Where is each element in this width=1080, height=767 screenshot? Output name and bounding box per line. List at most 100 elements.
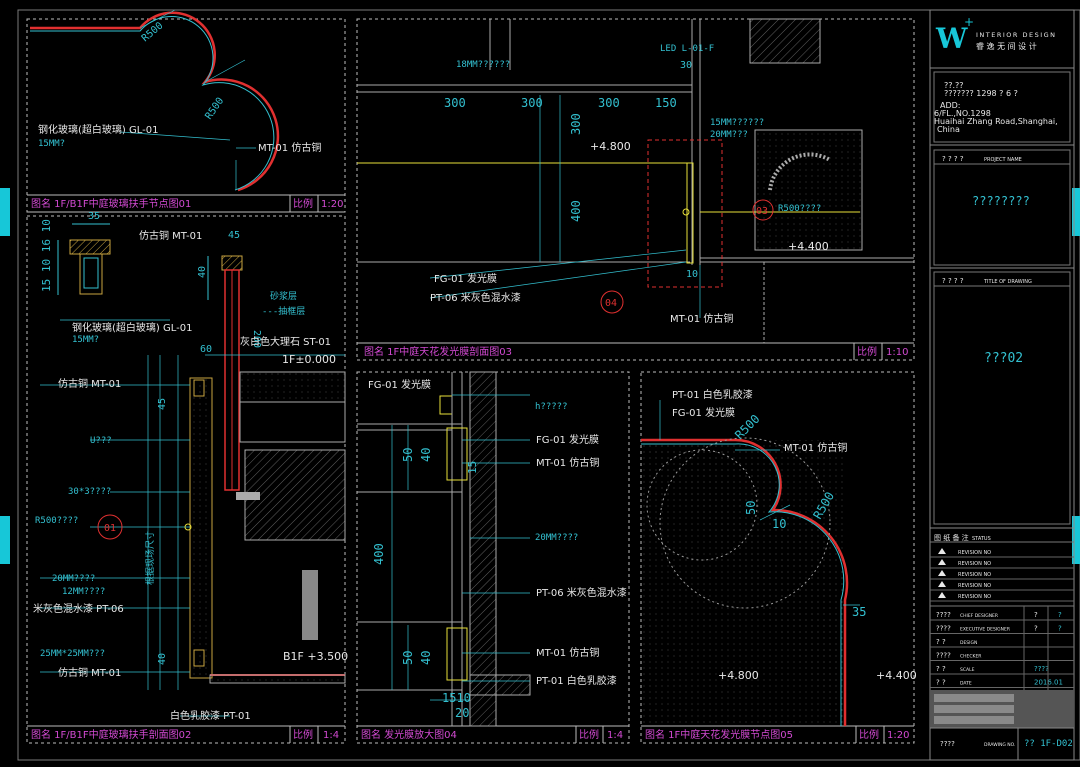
panel-title-02: 图名 1F/B1F中庭玻璃扶手剖面图02 xyxy=(31,728,191,741)
p03-dim-150: 150 xyxy=(655,96,677,110)
p03-dim-300a: 300 xyxy=(444,96,466,110)
p03-detail-circle-03: 03 xyxy=(756,206,768,217)
p02-latex-label: 白色乳胶漆 PT-01 xyxy=(170,709,251,722)
role-label-en: CHECKER xyxy=(960,654,981,660)
p04-vdim-40a: 40 xyxy=(419,448,433,462)
brand-cn: 睿 逸 无 间 设 计 xyxy=(976,41,1037,51)
role-value-a: ? xyxy=(1034,611,1038,619)
revision-triangle-icon xyxy=(938,592,946,598)
revision-item: REVISION NO xyxy=(958,572,991,578)
panel-scale-label-03: 比例 xyxy=(857,345,877,358)
p05-dim-35: 35 xyxy=(852,605,866,619)
role-label-cn: ???? xyxy=(936,652,951,660)
role-label-en: DESIGN xyxy=(960,640,977,646)
p04-fg-label: FG-01 发光膜 xyxy=(536,433,599,446)
p02-25mm: 25MM*25MM??? xyxy=(40,649,105,659)
panel-scale-01: 1:20 xyxy=(321,199,343,210)
project-name: ???????? xyxy=(972,194,1030,208)
role-value-b: ? xyxy=(1058,625,1062,633)
drawing-no-en: DRAWING NO. xyxy=(984,742,1015,748)
p03-detail-circle-04: 04 xyxy=(605,298,617,309)
p05-dim-10: 10 xyxy=(772,517,786,531)
p05-level-4400: +4.400 xyxy=(876,669,917,682)
p04-pt01-label: PT-01 白色乳胶漆 xyxy=(536,674,617,687)
p02-glass-label: 钢化玻璃(超白玻璃) GL-01 xyxy=(72,321,192,334)
drawing-sheet: 图名 1F/B1F中庭玻璃扶手节点图01 比例 1:20 图名 1F/B1F中庭… xyxy=(0,9,1080,761)
p04-mt-label: MT-01 仿古铜 xyxy=(536,456,599,469)
p02-dim-40b: 40 xyxy=(157,653,168,665)
role-label-en: SCALE xyxy=(960,667,975,673)
panel-scale-03: 1:10 xyxy=(886,347,908,358)
panel-scale-label-02: 比例 xyxy=(293,728,313,741)
p02-metal-top: 仿古铜 MT-01 xyxy=(139,229,202,242)
p04-mt2-label: MT-01 仿古铜 xyxy=(536,646,599,659)
right-tab-top xyxy=(1072,188,1080,236)
p02-frame-layer: ---抽框层 xyxy=(262,305,305,317)
drawing-no-cn: ???? xyxy=(940,740,955,748)
p02-paint-label: 米灰色混水漆 PT-06 xyxy=(33,602,124,615)
p02-12mm: 12MM???? xyxy=(62,587,105,597)
status-label-cn: 图 纸 备 注 xyxy=(934,533,969,542)
p03-level-4800: +4.800 xyxy=(590,140,631,153)
p02-marble: 灰白色大理石 ST-01 xyxy=(240,335,331,348)
status-label-en: STATUS xyxy=(972,536,991,542)
panel-title-05: 图名 1F中庭天花发光膜节点图05 xyxy=(645,728,793,741)
p01-glass-label: 钢化玻璃(超白玻璃) GL-01 xyxy=(38,123,158,136)
p02-dim-45: 45 xyxy=(228,230,240,241)
p05-fg01-label: FG-01 发光膜 xyxy=(672,406,735,419)
p03-mt01-label: MT-01 仿古铜 xyxy=(670,312,733,325)
project-label-en: PROJECT NAME xyxy=(984,157,1022,163)
p02-glass-sub: 15MM? xyxy=(72,335,99,345)
revision-triangle-icon xyxy=(938,548,946,554)
drawing-label-en: TITLE OF DRAWING xyxy=(983,279,1032,285)
drawing-number-block xyxy=(930,690,1074,760)
p03-r500: R500???? xyxy=(778,204,821,214)
p01-radius-2: R500 xyxy=(203,96,226,122)
role-table: ???? CHIEF DESIGNER?????? EXECUTIVE DESIGN… xyxy=(930,606,1074,690)
p03-dim-300c: 300 xyxy=(598,96,620,110)
p02-30x3-label: 30*3???? xyxy=(68,487,111,497)
p04-fg-top: FG-01 发光膜 xyxy=(368,378,431,391)
role-label-cn: ? ? xyxy=(936,679,946,687)
p02-dims-left: 15 10 16 10 xyxy=(40,219,53,292)
panel-title-01: 图名 1F/B1F中庭玻璃扶手节点图01 xyxy=(31,197,191,210)
p05-r500a: R500 xyxy=(732,412,762,442)
panel-scale-02: 1:4 xyxy=(323,730,339,741)
p04-h-label: h????? xyxy=(535,402,568,412)
p02-r500-label: R500???? xyxy=(35,516,78,526)
p03-vdim-300: 300 xyxy=(569,113,583,135)
project-label-cn: ? ? ? ? xyxy=(942,155,964,163)
panel-title-04: 图名 发光膜放大图04 xyxy=(361,728,457,741)
revision-list: REVISION NO REVISION NO REVISION NO REVISIO… xyxy=(930,548,1074,602)
role-value-b: ? xyxy=(1058,611,1062,619)
address-line-6: China xyxy=(937,125,960,134)
p02-metal-bottom: 仿古铜 MT-01 xyxy=(58,666,121,679)
p04-20mm: 20MM???? xyxy=(535,533,578,543)
p02-level-b1f: B1F +3.500 xyxy=(283,650,348,663)
p02-vertical-note: 根据现场尺寸 xyxy=(144,531,156,585)
role-label-en: DATE xyxy=(960,681,972,687)
p03-18mm: 18MM?????? xyxy=(456,60,510,70)
role-label-cn: ???? xyxy=(936,625,951,633)
panel-scale-04: 1:4 xyxy=(607,730,623,741)
p02-20mm: 20MM???? xyxy=(52,574,95,584)
p01-glass-sub: 15MM? xyxy=(38,139,65,149)
revision-item: REVISION NO xyxy=(958,561,991,567)
role-label-cn: ? ? xyxy=(936,665,946,673)
p03-fg-label: FG-01 发光膜 xyxy=(434,272,497,285)
left-tab-bottom xyxy=(0,516,10,564)
p03-vdim-400: 400 xyxy=(569,200,583,222)
role-value-b: ???? xyxy=(1034,665,1049,673)
p02-dim-45b: 45 xyxy=(157,398,168,410)
role-label-cn: ???? xyxy=(936,611,951,619)
revision-triangle-icon xyxy=(938,559,946,565)
p02-metal-left: 仿古铜 MT-01 xyxy=(58,377,121,390)
p05-mt01-label: MT-01 仿古铜 xyxy=(784,441,847,454)
drawing-title: ???02 xyxy=(984,351,1023,366)
panel-title-03: 图名 1F中庭天花发光膜剖面图03 xyxy=(364,345,512,358)
logo-plus-icon: + xyxy=(964,15,974,29)
p03-dim-300b: 300 xyxy=(521,96,543,110)
p02-sand-layer: 砂浆层 xyxy=(270,290,297,302)
panel-02-drawing xyxy=(40,223,346,717)
revision-item: REVISION NO xyxy=(958,550,991,556)
